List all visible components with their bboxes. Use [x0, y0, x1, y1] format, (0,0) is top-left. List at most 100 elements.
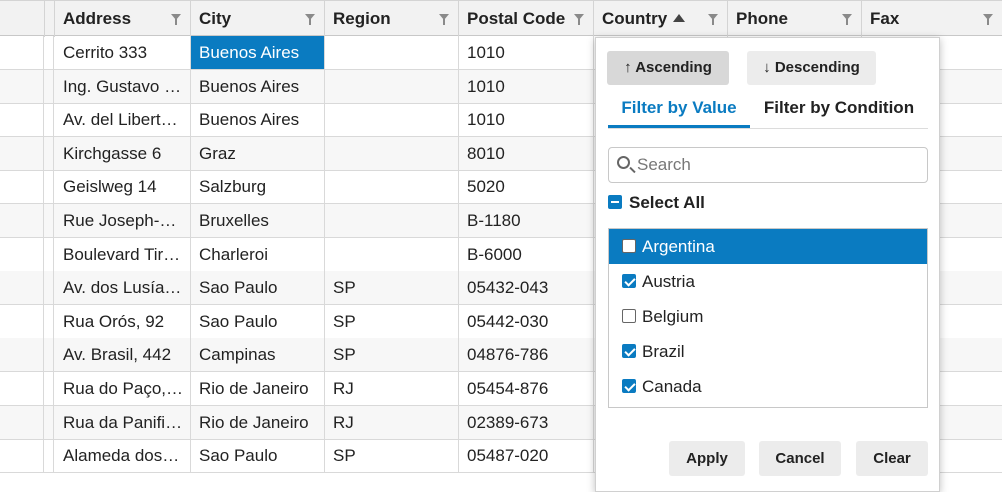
filter-value-checkbox[interactable] [622, 274, 636, 288]
filter-value-checkbox[interactable] [622, 239, 636, 253]
table-cell-region[interactable] [325, 36, 459, 69]
table-cell-city[interactable]: Graz [191, 136, 325, 170]
filter-value-checkbox[interactable] [622, 309, 636, 323]
row-header[interactable] [0, 372, 54, 405]
table-cell-city[interactable]: Rio de Janeiro [191, 372, 325, 405]
cancel-button[interactable]: Cancel [759, 441, 841, 476]
table-cell-region[interactable]: RJ [325, 372, 459, 405]
table-cell-address[interactable]: Boulevard Tir… [55, 237, 191, 271]
column-header-postal-code[interactable]: Postal Code [459, 1, 594, 37]
row-header[interactable] [0, 439, 54, 473]
table-cell-address[interactable]: Av. dos Lusía… [55, 271, 191, 305]
table-cell-postal[interactable]: 05442-030 [459, 304, 594, 338]
table-cell-postal[interactable]: 1010 [459, 103, 594, 137]
table-cell-region[interactable] [325, 136, 459, 170]
column-header-region[interactable]: Region [325, 1, 459, 37]
table-cell-postal[interactable]: 05432-043 [459, 271, 594, 305]
table-cell-address[interactable]: Rua do Paço,… [55, 372, 191, 405]
table-cell-postal[interactable]: 05487-020 [459, 439, 594, 473]
select-all-checkbox[interactable] [608, 195, 622, 209]
table-cell-address[interactable]: Alameda dos… [55, 439, 191, 473]
table-cell-city[interactable]: Buenos Aires [191, 36, 325, 69]
table-cell-address[interactable]: Rua Orós, 92 [55, 304, 191, 338]
table-cell-region[interactable] [325, 170, 459, 204]
table-cell-region[interactable] [325, 204, 459, 237]
filter-value-checkbox[interactable] [622, 379, 636, 393]
sort-ascending-button[interactable]: ↑ Ascending [607, 51, 729, 85]
table-cell-postal[interactable]: 8010 [459, 136, 594, 170]
row-header[interactable] [0, 103, 54, 137]
table-cell-postal[interactable]: 02389-673 [459, 405, 594, 439]
table-cell-region[interactable]: SP [325, 304, 459, 338]
filter-icon[interactable] [983, 14, 993, 25]
table-cell-city[interactable]: Salzburg [191, 170, 325, 204]
filter-value-item[interactable]: Canada [609, 369, 927, 404]
table-cell-postal[interactable]: B-6000 [459, 237, 594, 271]
filter-icon[interactable] [574, 14, 584, 25]
table-cell-city[interactable]: Buenos Aires [191, 69, 325, 103]
filter-value-item[interactable]: Brazil [609, 334, 927, 369]
table-cell-region[interactable] [325, 237, 459, 271]
table-cell-city[interactable]: Sao Paulo [191, 439, 325, 473]
apply-button[interactable]: Apply [669, 441, 745, 476]
table-cell-address[interactable]: Rue Joseph-… [55, 204, 191, 237]
table-cell-address[interactable]: Cerrito 333 [55, 36, 191, 69]
filter-icon[interactable] [708, 14, 718, 25]
table-cell-address[interactable]: Geislweg 14 [55, 170, 191, 204]
clear-button[interactable]: Clear [856, 441, 928, 476]
row-header[interactable] [0, 136, 54, 170]
table-cell-region[interactable] [325, 69, 459, 103]
table-cell-city[interactable]: Campinas [191, 338, 325, 372]
filter-tabs: Filter by Value Filter by Condition [608, 96, 928, 129]
search-input[interactable] [637, 148, 917, 182]
column-header-phone[interactable]: Phone [728, 1, 862, 37]
table-cell-city[interactable]: Charleroi [191, 237, 325, 271]
table-cell-postal[interactable]: B-1180 [459, 204, 594, 237]
row-header[interactable] [0, 170, 54, 204]
tab-filter-by-value[interactable]: Filter by Value [608, 96, 750, 128]
row-header[interactable] [0, 304, 54, 338]
table-cell-postal[interactable]: 1010 [459, 69, 594, 103]
table-cell-postal[interactable]: 1010 [459, 36, 594, 69]
table-cell-region[interactable]: SP [325, 338, 459, 372]
filter-value-item[interactable]: Austria [609, 264, 927, 299]
sort-descending-button[interactable]: ↓ Descending [747, 51, 876, 85]
table-cell-city[interactable]: Bruxelles [191, 204, 325, 237]
table-cell-city[interactable]: Sao Paulo [191, 271, 325, 305]
row-header[interactable] [0, 338, 54, 372]
table-cell-address[interactable]: Kirchgasse 6 [55, 136, 191, 170]
table-cell-region[interactable]: SP [325, 271, 459, 305]
table-cell-city[interactable]: Sao Paulo [191, 304, 325, 338]
column-header-city[interactable]: City [191, 1, 325, 37]
column-header-address[interactable]: Address [55, 1, 191, 37]
filter-value-item[interactable]: Argentina [609, 229, 927, 264]
table-cell-address[interactable]: Rua da Panifi… [55, 405, 191, 439]
tab-filter-by-condition[interactable]: Filter by Condition [758, 96, 920, 128]
row-header[interactable] [0, 204, 54, 237]
row-header[interactable] [0, 36, 54, 69]
row-header[interactable] [0, 405, 54, 439]
table-cell-postal[interactable]: 04876-786 [459, 338, 594, 372]
filter-value-checkbox[interactable] [622, 344, 636, 358]
filter-icon[interactable] [305, 14, 315, 25]
filter-icon[interactable] [171, 14, 181, 25]
filter-icon[interactable] [439, 14, 449, 25]
table-cell-city[interactable]: Rio de Janeiro [191, 405, 325, 439]
row-header[interactable] [0, 237, 54, 271]
filter-icon[interactable] [842, 14, 852, 25]
row-header[interactable] [0, 271, 54, 305]
table-cell-city[interactable]: Buenos Aires [191, 103, 325, 137]
table-cell-region[interactable]: RJ [325, 405, 459, 439]
table-cell-region[interactable]: SP [325, 439, 459, 473]
table-cell-postal[interactable]: 05454-876 [459, 372, 594, 405]
filter-value-item[interactable]: Belgium [609, 299, 927, 334]
column-header-fax[interactable]: Fax [862, 1, 1002, 37]
table-cell-address[interactable]: Av. Brasil, 442 [55, 338, 191, 372]
table-cell-address[interactable]: Ing. Gustavo … [55, 69, 191, 103]
row-header[interactable] [0, 69, 54, 103]
table-cell-address[interactable]: Av. del Libert… [55, 103, 191, 137]
value-list: Argentina Austria Belgium Brazil Canada [608, 228, 928, 408]
column-header-country[interactable]: Country [594, 1, 728, 37]
table-cell-region[interactable] [325, 103, 459, 137]
table-cell-postal[interactable]: 5020 [459, 170, 594, 204]
